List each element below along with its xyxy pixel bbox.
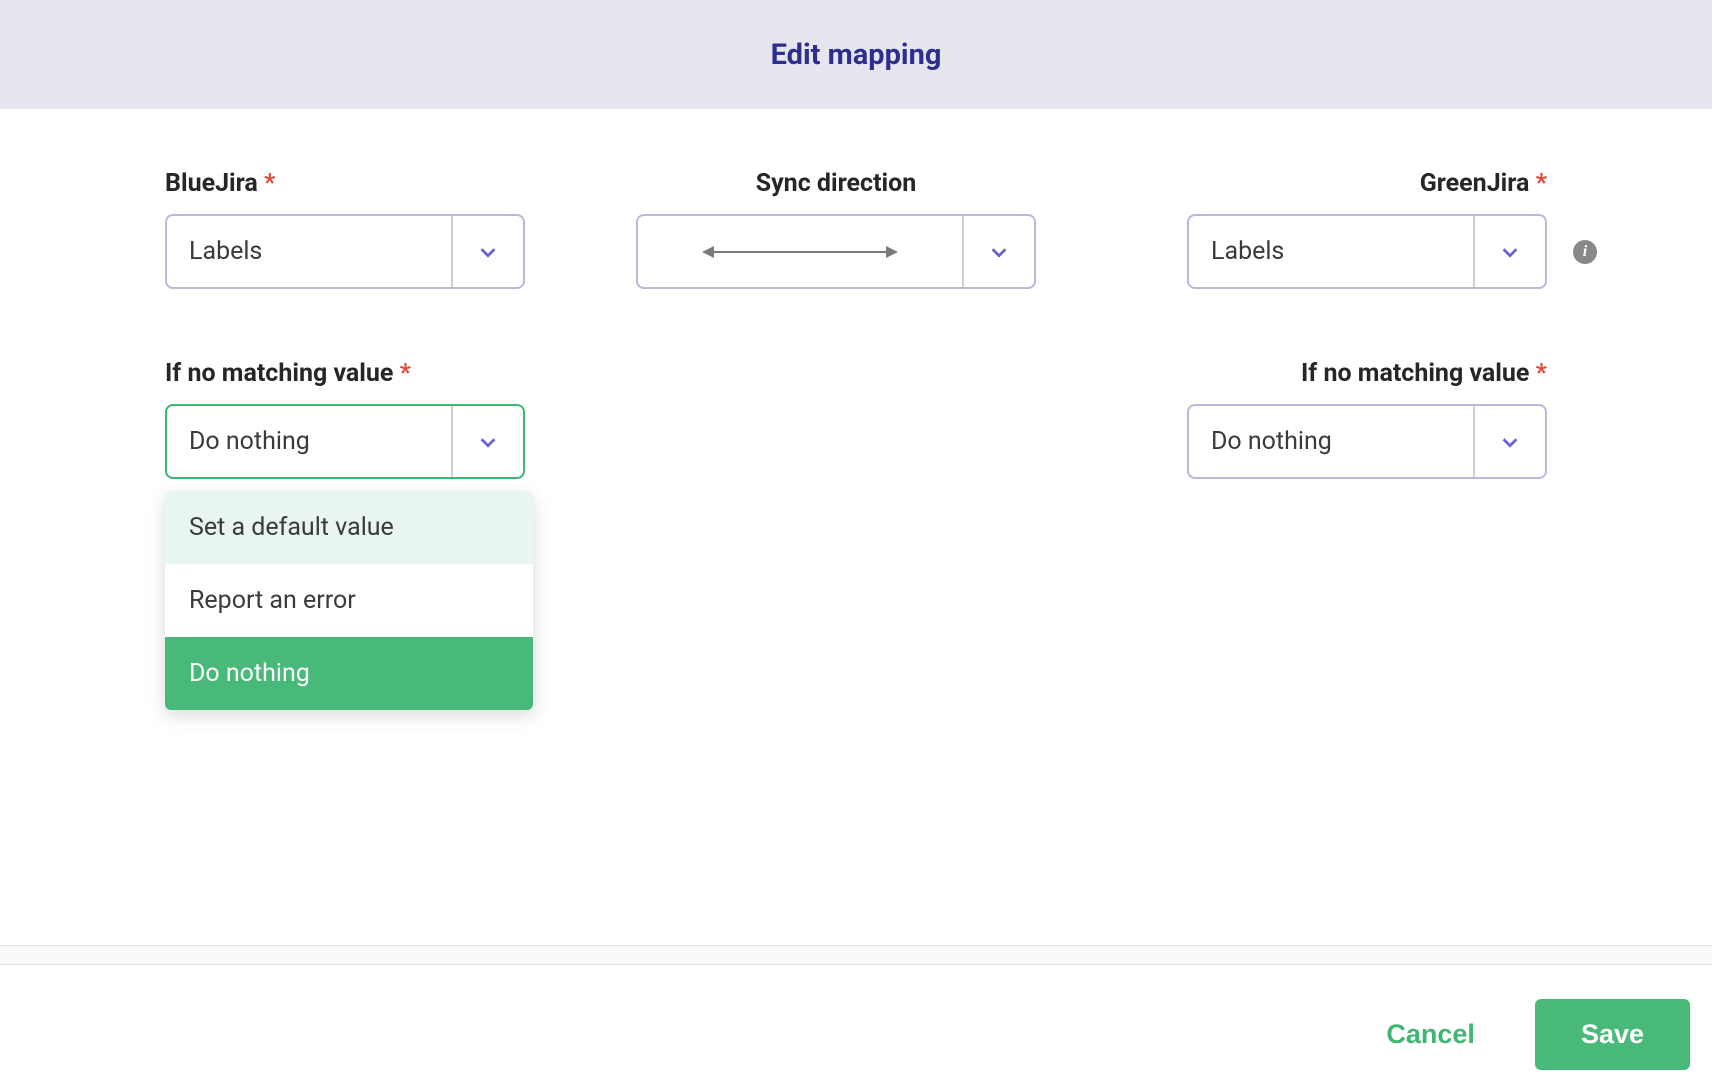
info-icon[interactable]: i: [1573, 240, 1597, 264]
source-field-select[interactable]: Labels: [165, 214, 525, 289]
source-field-value: Labels: [167, 237, 451, 266]
required-marker: *: [400, 359, 411, 388]
modal-header: Edit mapping: [0, 0, 1712, 109]
target-no-match-label: If no matching value *: [1187, 359, 1547, 388]
target-no-match-value: Do nothing: [1189, 427, 1473, 456]
save-button[interactable]: Save: [1535, 999, 1690, 1070]
bidirectional-arrow-icon: [700, 242, 900, 262]
source-column: BlueJira * Labels: [165, 169, 525, 289]
select-arrow-box: [451, 216, 523, 287]
no-match-center-spacer: [525, 359, 1147, 479]
target-column: GreenJira * Labels i: [1147, 169, 1547, 289]
sync-direction-value: [638, 242, 962, 262]
source-label-text: BlueJira: [165, 169, 258, 198]
chevron-down-icon: [1499, 241, 1521, 263]
footer-divider: [0, 945, 1712, 965]
target-field-value: Labels: [1189, 237, 1473, 266]
source-label: BlueJira *: [165, 169, 525, 198]
source-no-match-value: Do nothing: [167, 427, 451, 456]
info-icon-wrap: i: [1573, 240, 1597, 264]
source-no-match-label: If no matching value *: [165, 359, 525, 388]
dropdown-option-set-default[interactable]: Set a default value: [165, 491, 533, 564]
sync-direction-label: Sync direction: [756, 169, 917, 198]
mapping-row: BlueJira * Labels Sync direction: [165, 169, 1547, 289]
required-marker: *: [1536, 359, 1547, 388]
dropdown-option-report-error[interactable]: Report an error: [165, 564, 533, 637]
required-marker: *: [264, 169, 275, 198]
select-arrow-box: [1473, 406, 1545, 477]
source-no-match-label-text: If no matching value: [165, 359, 393, 388]
source-no-match-column: If no matching value * Do nothing: [165, 359, 525, 479]
target-field-select[interactable]: Labels: [1187, 214, 1547, 289]
chevron-down-icon: [477, 431, 499, 453]
select-arrow-box: [962, 216, 1034, 287]
target-label-text: GreenJira: [1420, 169, 1530, 198]
dropdown-option-do-nothing[interactable]: Do nothing: [165, 637, 533, 710]
target-no-match-label-text: If no matching value: [1301, 359, 1529, 388]
sync-direction-select[interactable]: [636, 214, 1036, 289]
source-no-match-select[interactable]: Do nothing: [165, 404, 525, 479]
required-marker: *: [1536, 169, 1547, 198]
cancel-button[interactable]: Cancel: [1386, 1019, 1475, 1050]
target-no-match-select[interactable]: Do nothing: [1187, 404, 1547, 479]
sync-direction-column: Sync direction: [525, 169, 1147, 289]
modal-footer: Cancel Save: [1386, 999, 1690, 1070]
target-no-match-column: If no matching value * Do nothing: [1147, 359, 1547, 479]
select-arrow-box: [451, 406, 523, 477]
modal-body: BlueJira * Labels Sync direction: [0, 109, 1712, 479]
source-no-match-dropdown: Set a default value Report an error Do n…: [165, 491, 533, 710]
page-title: Edit mapping: [771, 38, 942, 72]
chevron-down-icon: [477, 241, 499, 263]
target-label: GreenJira *: [1187, 169, 1547, 198]
select-arrow-box: [1473, 216, 1545, 287]
no-match-row: If no matching value * Do nothing: [165, 359, 1547, 479]
chevron-down-icon: [988, 241, 1010, 263]
chevron-down-icon: [1499, 431, 1521, 453]
